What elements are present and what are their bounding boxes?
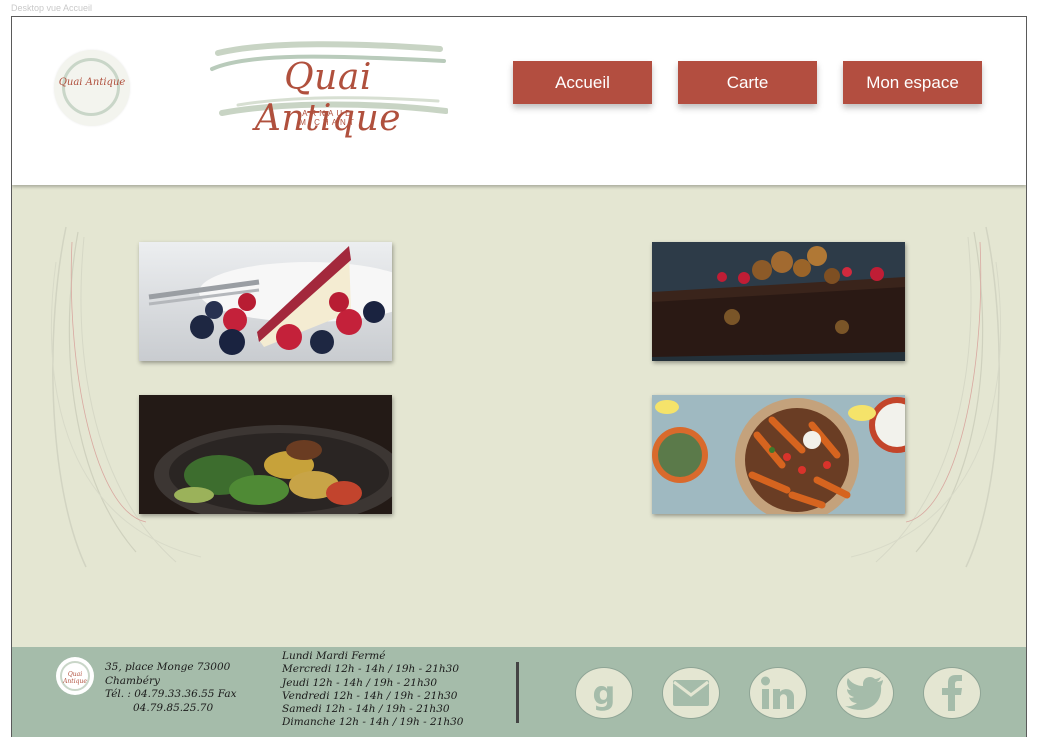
address-line: 35, place Monge 73000 — [105, 661, 231, 673]
facebook-icon[interactable] — [923, 667, 981, 719]
nav-accueil-button[interactable]: Accueil — [513, 61, 652, 104]
footer-divider — [516, 662, 519, 723]
gallery-image-cheesecake[interactable] — [139, 242, 392, 361]
hours-line: Dimanche 12h - 14h / 19h - 21h30 — [282, 716, 464, 729]
gallery-image-salad-bowl[interactable] — [139, 395, 392, 514]
footer-logo-icon[interactable]: Quai Antique — [56, 657, 94, 695]
hours-line: Samedi 12h - 14h / 19h - 21h30 — [282, 703, 450, 716]
svg-text:g: g — [593, 674, 616, 712]
restaurant-logo-icon[interactable]: Quai Antique — [54, 50, 130, 126]
address-line: Chambéry — [105, 674, 160, 687]
google-icon[interactable]: g — [575, 667, 633, 719]
gallery-image-sweet-potato[interactable] — [652, 395, 905, 514]
gallery-image-chocolate-cake[interactable] — [652, 242, 905, 361]
opening-hours: Lundi Mardi Fermé Mercredi 12h - 14h / 1… — [282, 650, 463, 730]
hours-line: Jeudi 12h - 14h / 19h - 21h30 — [282, 676, 438, 689]
page-frame: Quai Antique Quai Antique ARNAUD MICHANT… — [11, 16, 1027, 737]
frame-label: Desktop vue Accueil — [11, 3, 93, 13]
brand-subtitle: ARNAUD MICHANT — [299, 109, 357, 127]
header: Quai Antique Quai Antique ARNAUD MICHANT… — [12, 17, 1026, 185]
twitter-icon[interactable] — [836, 667, 894, 719]
linkedin-icon[interactable] — [749, 667, 807, 719]
brand-logo[interactable]: Quai Antique ARNAUD MICHANT — [208, 39, 448, 139]
email-icon[interactable] — [662, 667, 720, 719]
footer-address: 35, place Monge 73000 Chambéry Tél. : 04… — [105, 661, 237, 715]
nav-carte-button[interactable]: Carte — [678, 61, 817, 104]
phone-line: Tél. : 04.79.33.36.55 Fax — [105, 688, 237, 700]
footer: Quai Antique 35, place Monge 73000 Chamb… — [12, 647, 1026, 737]
hours-line: Lundi Mardi Fermé — [282, 650, 386, 662]
hours-line: Mercredi 12h - 14h / 19h - 21h30 — [282, 663, 460, 676]
nav-mon-espace-button[interactable]: Mon espace — [843, 61, 982, 104]
hours-line: Vendredi 12h - 14h / 19h - 21h30 — [282, 689, 458, 702]
fax-line: 04.79.85.25.70 — [133, 701, 214, 714]
